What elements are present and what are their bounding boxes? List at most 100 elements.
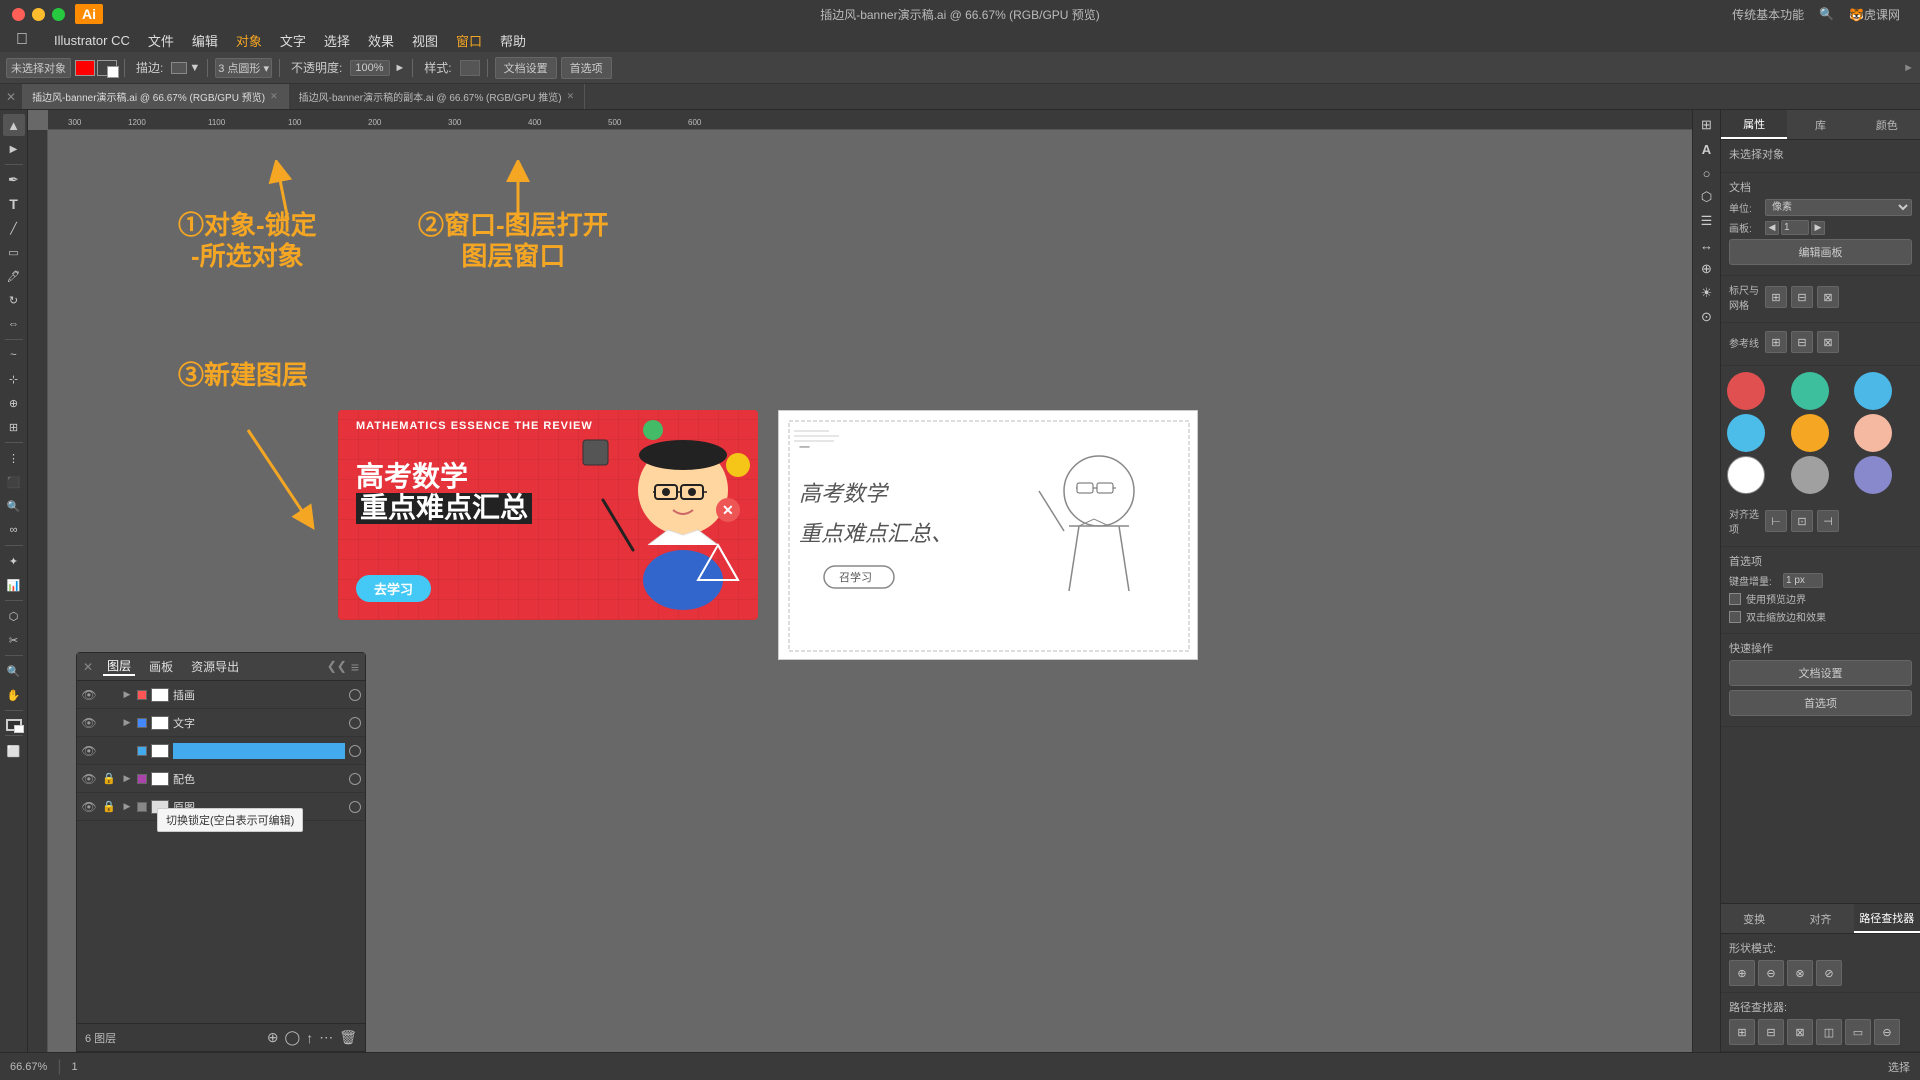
rp-icon-properties[interactable]: ⊞ bbox=[1696, 114, 1718, 136]
new-sublayer-btn[interactable]: ◯ bbox=[285, 1029, 301, 1046]
layer-expand-colors[interactable]: ▶ bbox=[121, 773, 133, 785]
tab-0-close[interactable]: ✕ bbox=[270, 91, 278, 102]
tool-pen[interactable]: ✒ bbox=[3, 169, 25, 191]
rp-icon-type[interactable]: A bbox=[1696, 138, 1718, 160]
preferences-btn[interactable]: 首选项 bbox=[561, 57, 612, 79]
minimize-button[interactable] bbox=[32, 8, 45, 21]
layer-lock-text[interactable] bbox=[101, 715, 117, 731]
tool-slice[interactable]: ✂ bbox=[3, 629, 25, 651]
edit-template-btn[interactable]: 编辑画板 bbox=[1729, 239, 1912, 265]
layer-circle-original[interactable] bbox=[349, 801, 361, 813]
keyboard-increment-value[interactable]: 1 px bbox=[1783, 573, 1823, 588]
layer-item-editing[interactable]: 👁 bbox=[77, 737, 365, 765]
close-button[interactable] bbox=[12, 8, 25, 21]
rp-tab-color[interactable]: 颜色 bbox=[1854, 110, 1920, 139]
menu-select[interactable]: 选择 bbox=[316, 28, 358, 52]
layer-name-input[interactable] bbox=[173, 743, 345, 759]
rp-icon-plus-circle[interactable]: ⊕ bbox=[1696, 258, 1718, 280]
canvas-area[interactable]: 300 1200 1100 100 200 300 400 500 600 ①对… bbox=[28, 110, 1692, 1052]
pathfinder-merge[interactable]: ⊠ bbox=[1787, 1019, 1813, 1045]
use-preview-bounds-checkbox[interactable] bbox=[1729, 593, 1741, 605]
workspace-selector[interactable]: 传统基本功能 bbox=[1732, 6, 1804, 23]
ruler-grid-icon-1[interactable]: ⊞ bbox=[1765, 286, 1787, 308]
template-prev-btn[interactable]: ◀ bbox=[1765, 221, 1779, 235]
template-value[interactable]: 1 bbox=[1781, 220, 1809, 235]
tool-direct-select[interactable]: ▶ bbox=[3, 138, 25, 160]
menu-edit[interactable]: 编辑 bbox=[184, 28, 226, 52]
align-left-icon[interactable]: ⊢ bbox=[1765, 510, 1787, 532]
tool-line[interactable]: ╱ bbox=[3, 217, 25, 239]
apple-menu[interactable]:  bbox=[8, 28, 36, 52]
swatch-light-blue[interactable] bbox=[1854, 372, 1892, 410]
tool-rotate[interactable]: ↻ bbox=[3, 289, 25, 311]
layer-lock-illustration[interactable] bbox=[101, 687, 117, 703]
tool-rect[interactable]: ▭ bbox=[3, 241, 25, 263]
layer-lock-original[interactable]: 🔒 bbox=[101, 799, 117, 815]
pathfinder-trim[interactable]: ⊟ bbox=[1758, 1019, 1784, 1045]
menu-view[interactable]: 视图 bbox=[404, 28, 446, 52]
align-right-icon[interactable]: ⊣ bbox=[1817, 510, 1839, 532]
tab-close-all[interactable]: ✕ bbox=[6, 90, 16, 104]
tool-eyedropper[interactable]: 🔍 bbox=[3, 495, 25, 517]
layers-tab[interactable]: 图层 bbox=[103, 657, 135, 676]
layer-circle-editing[interactable] bbox=[349, 745, 361, 757]
pathfinder-crop[interactable]: ◫ bbox=[1816, 1019, 1842, 1045]
guide-icon-1[interactable]: ⊞ bbox=[1765, 331, 1787, 353]
rp-tab-properties[interactable]: 属性 bbox=[1721, 110, 1787, 139]
quick-preferences-btn[interactable]: 首选项 bbox=[1729, 690, 1912, 716]
tool-select[interactable]: ▲ bbox=[3, 114, 25, 136]
template-next-btn[interactable]: ▶ bbox=[1811, 221, 1825, 235]
artboards-tab[interactable]: 画板 bbox=[145, 658, 177, 675]
ruler-grid-icon-3[interactable]: ⊠ bbox=[1817, 286, 1839, 308]
rp-tab-pathfinder[interactable]: 路径查找器 bbox=[1854, 904, 1920, 933]
layer-expand-original[interactable]: ▶ bbox=[121, 801, 133, 813]
tool-gradient[interactable]: ⬛ bbox=[3, 471, 25, 493]
align-center-icon[interactable]: ⊡ bbox=[1791, 510, 1813, 532]
swatch-red[interactable] bbox=[1727, 372, 1765, 410]
layer-circle-illustration[interactable] bbox=[349, 689, 361, 701]
layer-options-btn[interactable]: ⋯ bbox=[319, 1029, 333, 1046]
layer-visibility-colors[interactable]: 👁 bbox=[81, 771, 97, 787]
menu-window[interactable]: 窗口 bbox=[448, 28, 490, 52]
menu-file[interactable]: 文件 bbox=[140, 28, 182, 52]
fullscreen-button[interactable] bbox=[52, 8, 65, 21]
pathfinder-minus-back[interactable]: ⊖ bbox=[1874, 1019, 1900, 1045]
layer-circle-colors[interactable] bbox=[349, 773, 361, 785]
tool-width[interactable]: ~ bbox=[3, 344, 25, 366]
canvas-content[interactable]: ①对象-锁定 -所选对象 ②窗口-图层打开 图层窗口 ③新建图层 bbox=[48, 130, 1692, 1052]
tool-hand[interactable]: ✋ bbox=[3, 684, 25, 706]
ruler-grid-icon-2[interactable]: ⊟ bbox=[1791, 286, 1813, 308]
layer-lock-colors[interactable]: 🔒 bbox=[101, 771, 117, 787]
tab-1-close[interactable]: ✕ bbox=[567, 91, 575, 102]
menu-type[interactable]: 文字 bbox=[272, 28, 314, 52]
swatch-purple[interactable] bbox=[1854, 456, 1892, 494]
tool-change-screen[interactable]: ⬜ bbox=[3, 740, 25, 762]
layer-item-colors[interactable]: 👁 🔒 ▶ 配色 bbox=[77, 765, 365, 793]
layer-item-text[interactable]: 👁 ▶ 文字 bbox=[77, 709, 365, 737]
tool-zoom[interactable]: 🔍 bbox=[3, 660, 25, 682]
search-icon[interactable]: 🔍 bbox=[1819, 7, 1834, 21]
stroke-style-select[interactable]: 3 点圆形 ▾ bbox=[215, 58, 272, 78]
tool-type[interactable]: T bbox=[3, 193, 25, 215]
swatch-peach[interactable] bbox=[1854, 414, 1892, 452]
rp-icon-list[interactable]: ☰ bbox=[1696, 210, 1718, 232]
opacity-value[interactable]: 100% bbox=[350, 60, 390, 76]
guide-icon-3[interactable]: ⊠ bbox=[1817, 331, 1839, 353]
tool-mirror[interactable]: ⇔ bbox=[3, 313, 25, 335]
zoom-level[interactable]: 66.67% bbox=[10, 1061, 47, 1073]
asset-export-tab[interactable]: 资源导出 bbox=[187, 658, 243, 675]
rp-icon-target[interactable]: ⊙ bbox=[1696, 306, 1718, 328]
panel-close-btn[interactable]: ✕ bbox=[83, 660, 93, 674]
panel-options-btn[interactable]: ≡ bbox=[351, 659, 359, 675]
delete-layer-btn[interactable]: 🗑 bbox=[339, 1029, 357, 1046]
tab-1[interactable]: 插边风-banner演示稿的副本.ai @ 66.67% (RGB/GPU 推览… bbox=[289, 84, 586, 109]
pathfinder-minus-front[interactable]: ⊖ bbox=[1758, 960, 1784, 986]
move-layer-btn[interactable]: ↑ bbox=[306, 1030, 313, 1046]
swatch-cyan[interactable] bbox=[1727, 414, 1765, 452]
panel-collapse-btn[interactable]: ❮❮ bbox=[327, 659, 347, 675]
layer-visibility-editing[interactable]: 👁 bbox=[81, 743, 97, 759]
swatch-gray[interactable] bbox=[1791, 456, 1829, 494]
swatch-teal[interactable] bbox=[1791, 372, 1829, 410]
layer-expand-illustration[interactable]: ▶ bbox=[121, 689, 133, 701]
layer-visibility-text[interactable]: 👁 bbox=[81, 715, 97, 731]
